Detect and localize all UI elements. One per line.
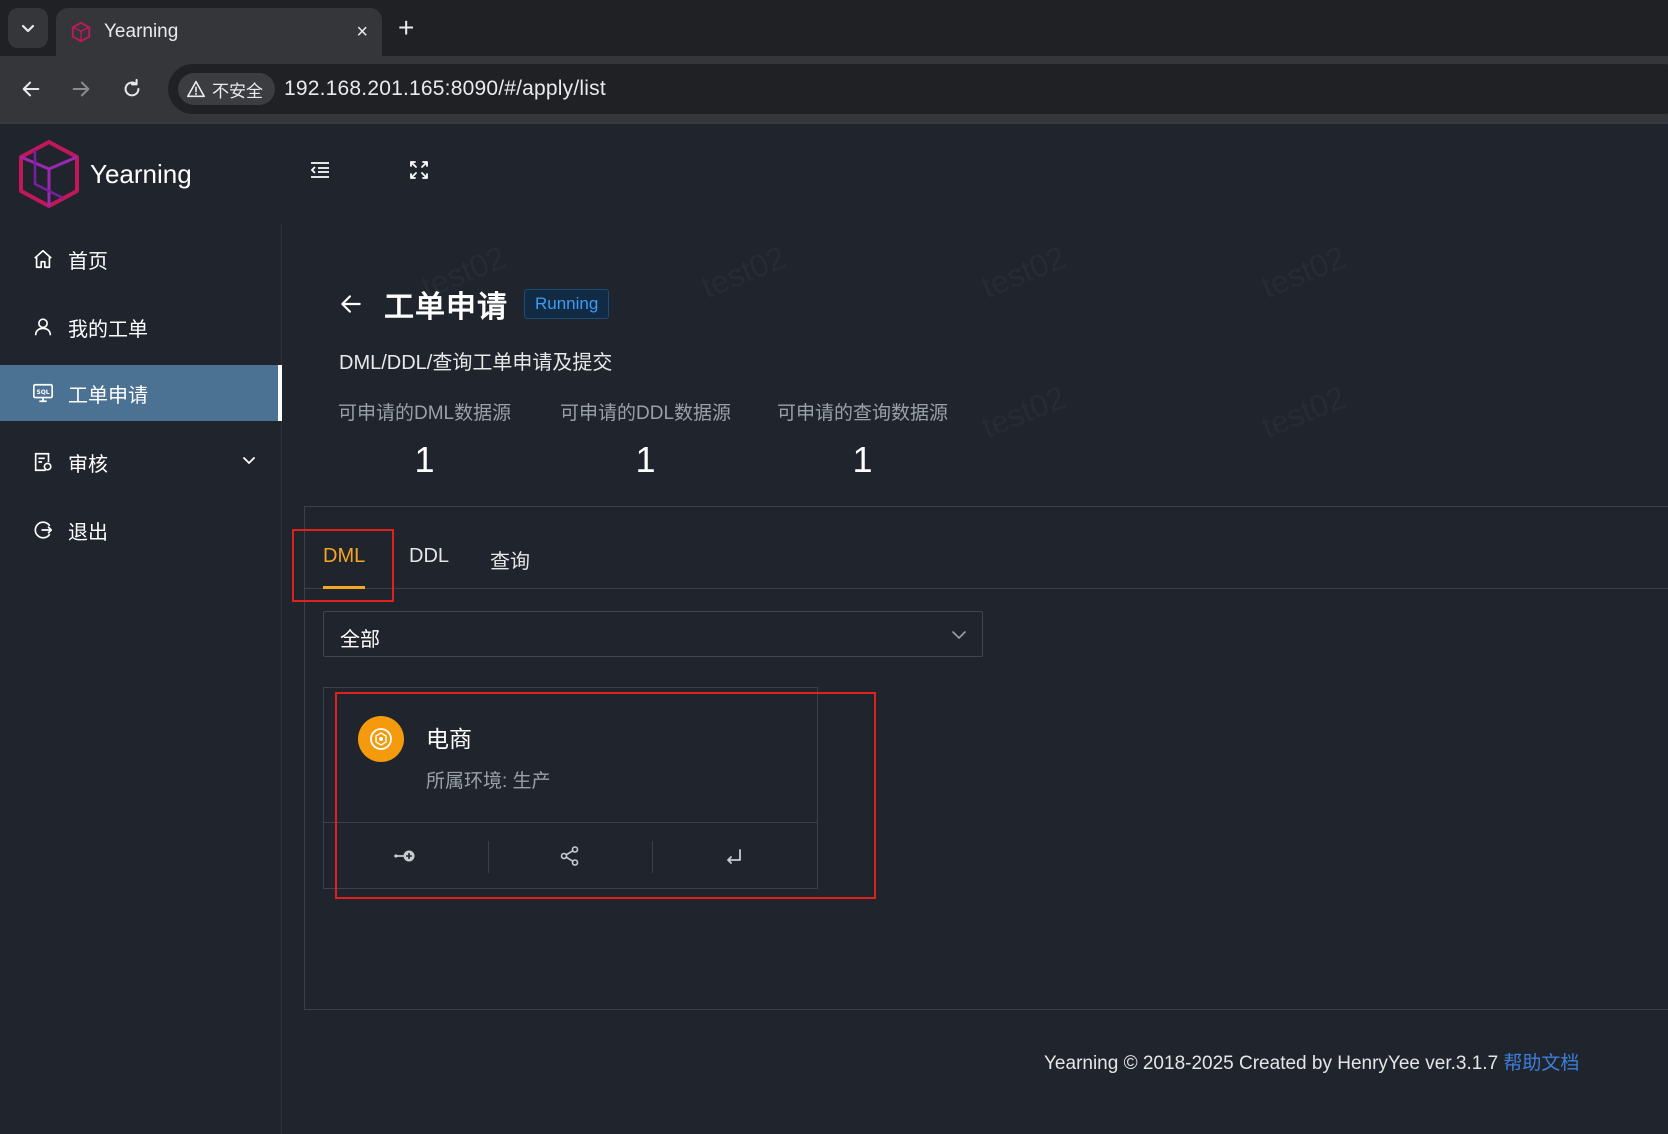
page-title: 工单申请 xyxy=(384,291,508,324)
tab-query[interactable]: 查询 xyxy=(490,545,530,574)
stat-value: 1 xyxy=(852,439,873,480)
sidebar-item-logout[interactable]: 退出 xyxy=(0,502,282,558)
order-type-tabs: DML DDL 查询 xyxy=(305,507,1668,589)
stat-label: 可申请的DDL数据源 xyxy=(560,403,732,424)
stat-label: 可申请的DML数据源 xyxy=(338,403,512,424)
menu-fold-icon xyxy=(310,162,329,178)
home-icon xyxy=(32,248,54,270)
back-button[interactable] xyxy=(14,72,48,106)
annotation-box-card xyxy=(335,692,876,899)
watermark: test02 xyxy=(976,379,1071,446)
fullscreen-button[interactable] xyxy=(407,158,431,182)
page-header: 工单申请 Running xyxy=(338,282,610,326)
chevron-down-icon xyxy=(21,24,35,33)
stat-dml-sources: 可申请的DML数据源 1 xyxy=(338,398,511,481)
app-root: test02 test02 test02 test02 test02 test0… xyxy=(0,124,1668,1134)
security-indicator[interactable]: 不安全 xyxy=(178,73,275,105)
chevron-down-icon xyxy=(243,457,255,464)
footer: Yearning © 2018-2025 Created by HenryYee… xyxy=(1044,1048,1579,1075)
browser-toolbar: 不安全 192.168.201.165:8090/#/apply/list xyxy=(0,56,1668,122)
stat-label: 可申请的查询数据源 xyxy=(777,403,949,424)
reload-icon xyxy=(124,78,140,97)
status-badge: Running xyxy=(524,289,610,319)
forward-button[interactable] xyxy=(64,72,98,106)
tab-ddl[interactable]: DDL xyxy=(409,545,449,568)
warning-icon xyxy=(187,80,205,98)
tab-title: Yearning xyxy=(104,21,179,42)
collapse-menu-button[interactable] xyxy=(308,158,332,182)
back-arrow-icon[interactable] xyxy=(338,291,364,317)
arrow-left-icon xyxy=(22,81,40,97)
stat-value: 1 xyxy=(414,439,435,480)
annotation-box-tab xyxy=(292,529,394,602)
tab-close-icon[interactable]: × xyxy=(356,21,368,44)
sidebar-item-label: 我的工单 xyxy=(68,318,148,341)
sidebar-item-label: 首页 xyxy=(68,250,108,273)
sidebar-item-home[interactable]: 首页 xyxy=(0,231,282,287)
sidebar-item-label: 工单申请 xyxy=(68,384,148,407)
stat-ddl-sources: 可申请的DDL数据源 1 xyxy=(560,398,731,481)
sidebar-item-label: 退出 xyxy=(68,521,108,544)
logo-text: Yearning xyxy=(90,158,192,189)
watermark: test02 xyxy=(976,239,1071,306)
security-label: 不安全 xyxy=(212,81,263,101)
watermark: test02 xyxy=(1256,379,1351,446)
help-doc-link[interactable]: 帮助文档 xyxy=(1503,1053,1579,1074)
select-value: 全部 xyxy=(340,629,380,651)
browser-tab-bar: Yearning × + xyxy=(0,0,1668,56)
watermark: test02 xyxy=(1256,239,1351,306)
environment-select[interactable]: 全部 xyxy=(323,611,983,657)
sql-monitor-icon: SQL xyxy=(32,382,54,404)
sidebar-item-audit[interactable]: 审核 xyxy=(0,434,282,490)
fullscreen-icon xyxy=(410,161,428,179)
watermark: test02 xyxy=(696,239,791,306)
sidebar-divider xyxy=(281,224,282,1134)
sidebar-item-apply[interactable]: SQL 工单申请 xyxy=(0,365,282,421)
sidebar-item-label: 审核 xyxy=(68,453,108,476)
url-text[interactable]: 192.168.201.165:8090/#/apply/list xyxy=(284,77,606,101)
user-icon xyxy=(32,316,54,338)
stat-query-sources: 可申请的查询数据源 1 xyxy=(777,398,948,481)
sidebar-item-my-orders[interactable]: 我的工单 xyxy=(0,299,282,355)
page-subtitle: DML/DDL/查询工单申请及提交 xyxy=(339,352,613,374)
stat-value: 1 xyxy=(635,439,656,480)
arrow-right-icon xyxy=(72,81,90,97)
reload-button[interactable] xyxy=(115,72,149,106)
new-tab-button[interactable]: + xyxy=(398,12,414,44)
yearning-logo-icon xyxy=(19,140,79,208)
footer-text: Yearning © 2018-2025 Created by HenryYee… xyxy=(1044,1053,1499,1074)
svg-text:SQL: SQL xyxy=(36,389,49,396)
tab-search-button[interactable] xyxy=(8,8,48,48)
address-bar[interactable]: 不安全 192.168.201.165:8090/#/apply/list xyxy=(168,64,1668,114)
app-logo[interactable]: Yearning xyxy=(18,140,192,208)
audit-icon xyxy=(32,451,54,473)
sidebar: Yearning 首页 我的工单 SQL 工单申请 审核 退出 xyxy=(0,124,282,1134)
chevron-down-icon xyxy=(952,631,966,639)
logout-icon xyxy=(32,519,54,541)
browser-tab[interactable]: Yearning × xyxy=(56,8,382,56)
yearning-favicon-icon xyxy=(71,21,91,43)
